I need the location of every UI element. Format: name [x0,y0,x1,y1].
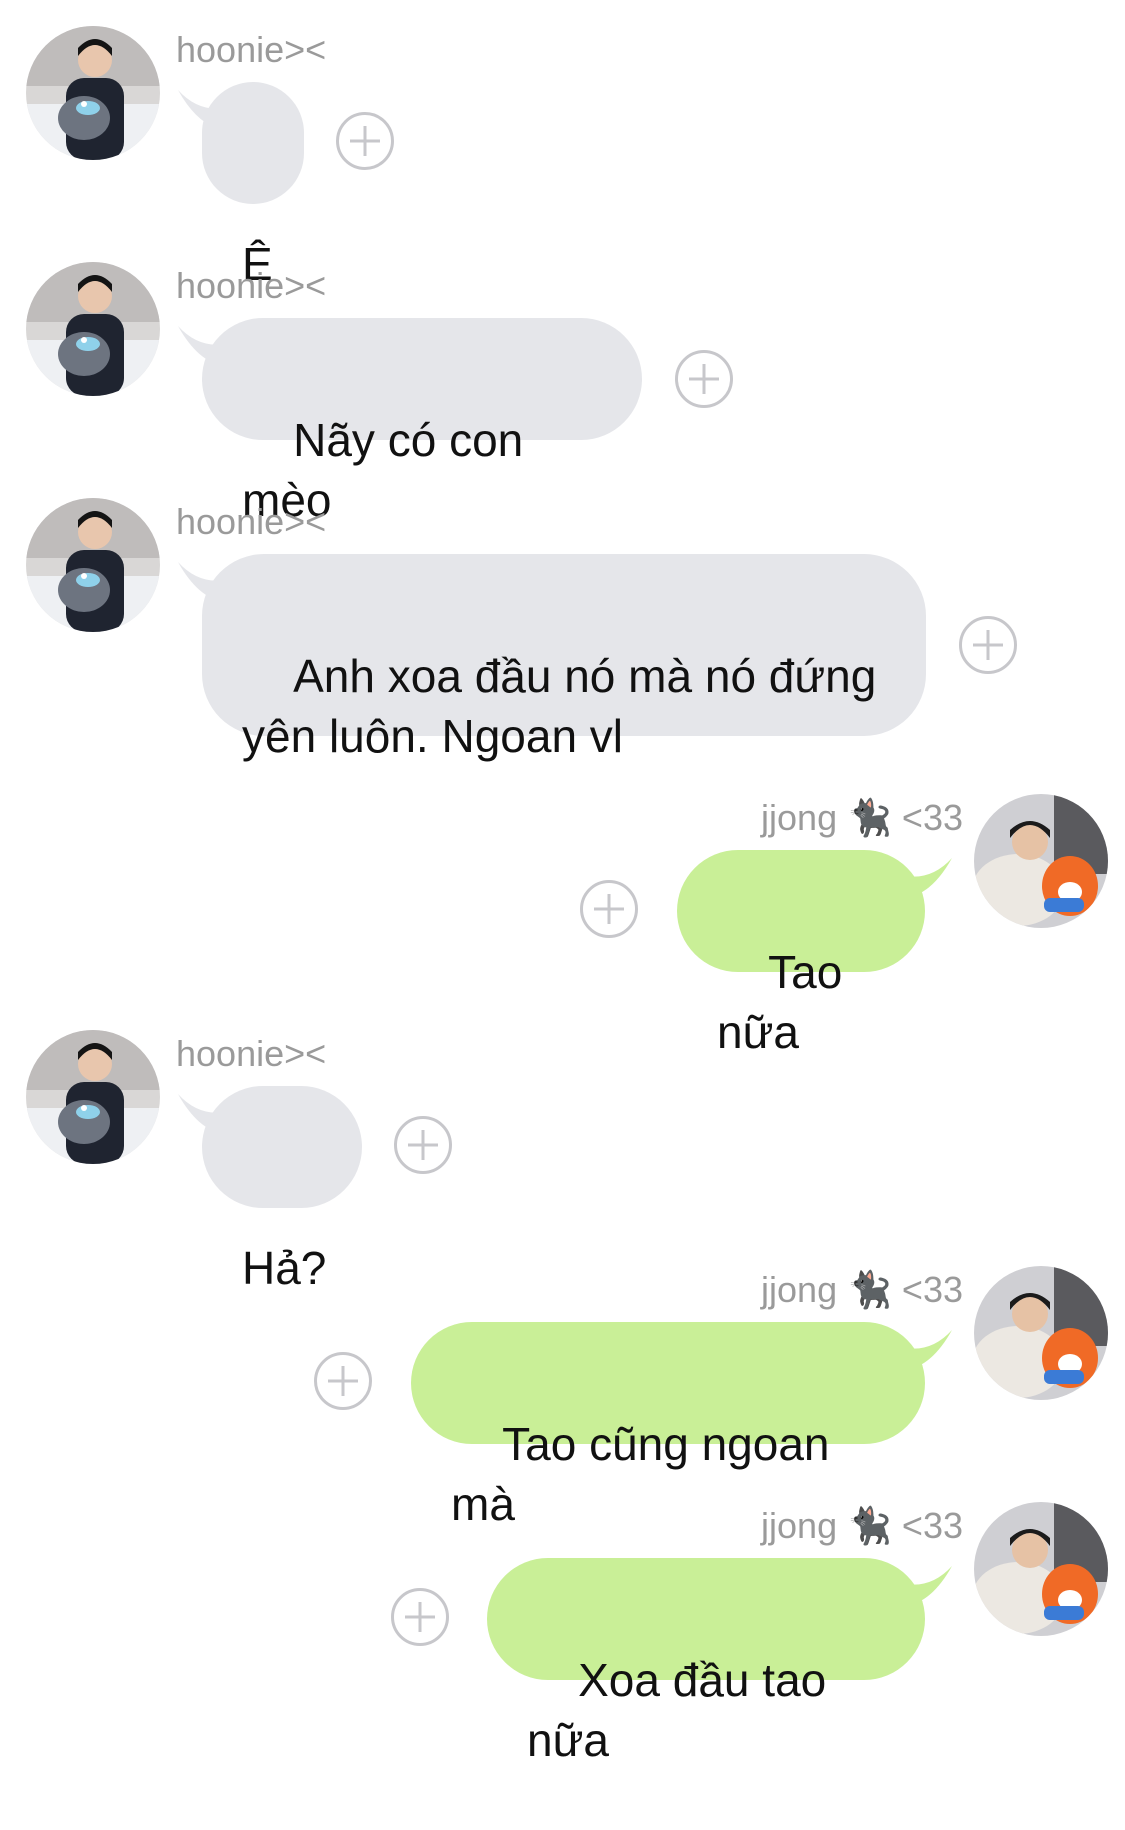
sender-name: hoonie>< [176,28,326,72]
message-bubble[interactable]: Hả? [202,1086,362,1294]
add-reaction-icon[interactable] [580,880,638,938]
message-row: hoonie>< Ê [0,26,1125,290]
sender-name-text: hoonie>< [176,1033,327,1074]
message-bubble[interactable]: Tao nữa [677,850,925,1058]
sender-name: hoonie>< [176,264,326,308]
sender-name: jjong 🐈‍⬛ <33 [761,1504,963,1548]
message-bubble[interactable]: Tao cũng ngoan mà [411,1322,925,1530]
sender-name-suffix: <33 [901,797,963,838]
sender-name: hoonie>< [176,500,326,544]
message-bubble[interactable]: Xoa đầu tao nữa [487,1558,925,1766]
sender-name-text: hoonie>< [176,501,327,542]
add-reaction-icon[interactable] [336,112,394,170]
avatar-hoonie[interactable] [26,498,160,632]
avatar-hoonie[interactable] [26,262,160,396]
avatar-hoonie[interactable] [26,26,160,160]
sender-name-text: hoonie>< [176,29,327,70]
add-reaction-icon[interactable] [959,616,1017,674]
add-reaction-icon[interactable] [675,350,733,408]
message-bubble[interactable]: Ê [202,82,304,290]
black-cat-icon: 🐈‍⬛ [847,1505,892,1546]
sender-name-text: jjong [761,1505,838,1546]
avatar-hoonie[interactable] [26,1030,160,1164]
add-reaction-icon[interactable] [391,1588,449,1646]
sender-name-suffix: <33 [901,1269,963,1310]
avatar-jjong[interactable] [974,1502,1108,1636]
message-text: Xoa đầu tao nữa [527,1654,840,1766]
avatar-jjong[interactable] [974,1266,1108,1400]
message-row: jjong 🐈‍⬛ <33 Tao nữa [0,794,1125,1058]
message-row: hoonie>< Hả? [0,1030,1125,1294]
message-bubble[interactable]: Nãy có con mèo [202,318,642,526]
sender-name-text: hoonie>< [176,265,327,306]
message-bubble[interactable]: Anh xoa đầu nó mà nó đứng yên luôn. Ngoa… [202,554,926,762]
message-row: hoonie>< Nãy có con mèo [0,262,1125,526]
sender-name: jjong 🐈‍⬛ <33 [761,1268,963,1312]
message-row: jjong 🐈‍⬛ <33 Tao cũng ngoan mà [0,1266,1125,1530]
sender-name-text: jjong [761,1269,838,1310]
message-text: Anh xoa đầu nó mà nó đứng yên luôn. Ngoa… [242,650,877,762]
sender-name-suffix: <33 [901,1505,963,1546]
add-reaction-icon[interactable] [394,1116,452,1174]
sender-name: hoonie>< [176,1032,326,1076]
message-row: hoonie>< Anh xoa đầu nó mà nó đứng yên l… [0,498,1125,762]
black-cat-icon: 🐈‍⬛ [847,1269,892,1310]
black-cat-icon: 🐈‍⬛ [847,797,892,838]
add-reaction-icon[interactable] [314,1352,372,1410]
sender-name-text: jjong [761,797,838,838]
avatar-jjong[interactable] [974,794,1108,928]
message-row: jjong 🐈‍⬛ <33 Xoa đầu tao nữa [0,1502,1125,1766]
sender-name: jjong 🐈‍⬛ <33 [761,796,963,840]
